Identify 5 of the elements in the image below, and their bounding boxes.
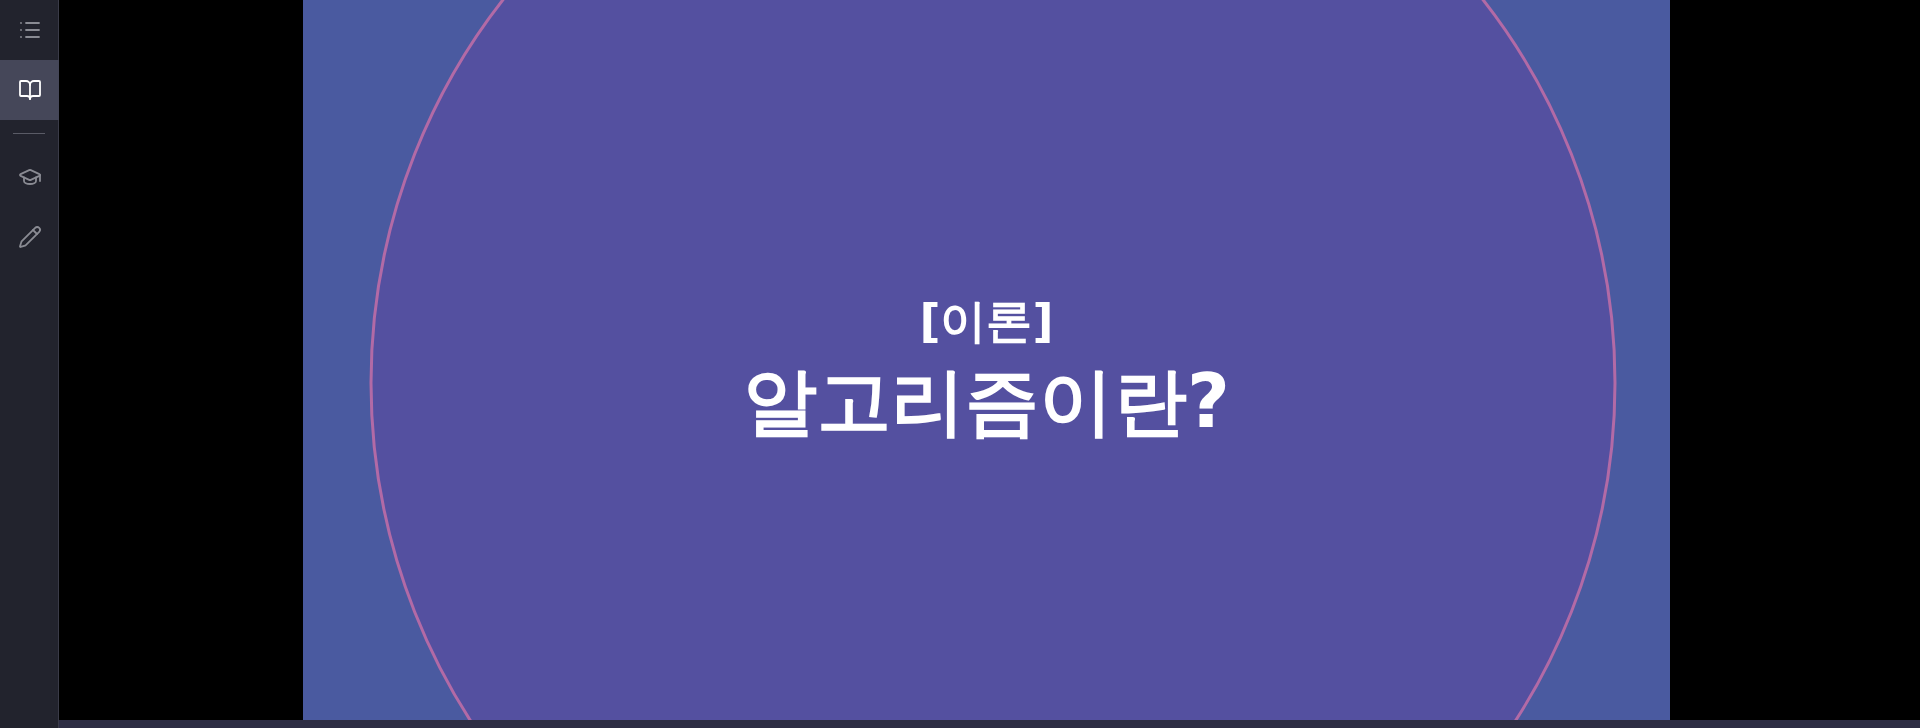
book-icon — [17, 78, 42, 102]
sidebar-button[interactable] — [0, 60, 59, 120]
slide-subtitle: [이론] — [919, 293, 1054, 350]
pencil-icon — [17, 225, 42, 249]
slide-title: 알고리즘이란? — [743, 356, 1230, 446]
